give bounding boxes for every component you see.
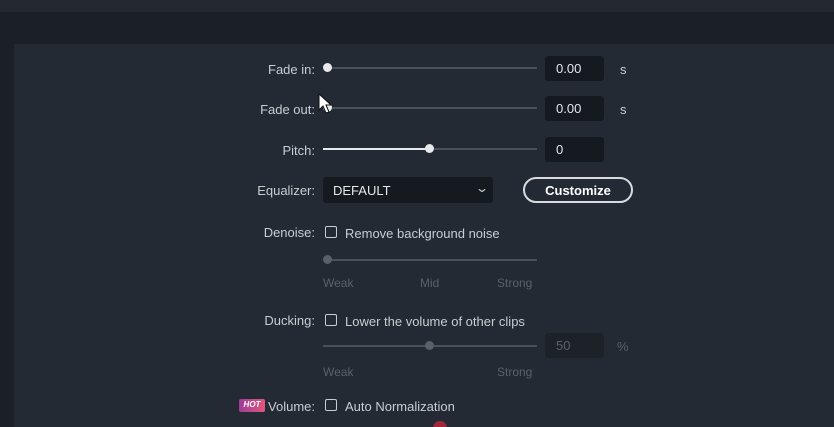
denoise-slider-knob[interactable]: [323, 255, 332, 264]
fade-out-slider-track[interactable]: [327, 107, 537, 109]
equalizer-selected-value: DEFAULT: [333, 183, 391, 198]
fade-in-slider-track[interactable]: [327, 67, 537, 69]
fade-in-unit: s: [620, 62, 627, 77]
pitch-label: Pitch:: [282, 143, 315, 158]
fade-in-label: Fade in:: [268, 62, 315, 77]
chevron-down-icon: ⌄: [474, 181, 490, 195]
denoise-checkbox[interactable]: [325, 226, 337, 238]
denoise-checkbox-label[interactable]: Remove background noise: [345, 226, 500, 241]
fade-out-input[interactable]: 0.00: [545, 96, 604, 121]
customize-button[interactable]: Customize: [523, 177, 633, 203]
ducking-tick-strong: Strong: [497, 365, 533, 379]
equalizer-label: Equalizer:: [257, 183, 315, 198]
ducking-checkbox[interactable]: [325, 314, 337, 326]
denoise-tick-mid: Mid: [420, 276, 440, 290]
denoise-slider-track[interactable]: [327, 259, 537, 261]
fade-in-slider-knob[interactable]: [323, 63, 332, 72]
top-bar: [0, 0, 834, 12]
fade-in-input[interactable]: 0.00: [545, 56, 604, 81]
ducking-input[interactable]: 50: [545, 333, 604, 358]
pitch-input[interactable]: 0: [545, 137, 604, 162]
header-band: [14, 12, 834, 44]
fade-out-unit: s: [620, 102, 627, 117]
pitch-slider-knob[interactable]: [425, 144, 434, 153]
volume-checkbox[interactable]: [325, 399, 337, 411]
pitch-slider-fill: [323, 148, 430, 150]
denoise-label: Denoise:: [263, 225, 315, 240]
ducking-unit: %: [617, 339, 629, 354]
ducking-label: Ducking:: [264, 313, 315, 328]
fade-out-label: Fade out:: [260, 102, 315, 117]
equalizer-select[interactable]: DEFAULT ⌄: [323, 177, 493, 203]
arrow-cursor-icon: [318, 92, 334, 118]
volume-label: Volume:: [268, 399, 315, 414]
ducking-checkbox-label[interactable]: Lower the volume of other clips: [345, 314, 525, 329]
ducking-tick-weak: Weak: [323, 365, 354, 379]
volume-checkbox-label[interactable]: Auto Normalization: [345, 399, 455, 414]
denoise-tick-weak: Weak: [323, 276, 354, 290]
denoise-tick-strong: Strong: [497, 276, 533, 290]
ducking-slider-knob[interactable]: [425, 341, 434, 350]
